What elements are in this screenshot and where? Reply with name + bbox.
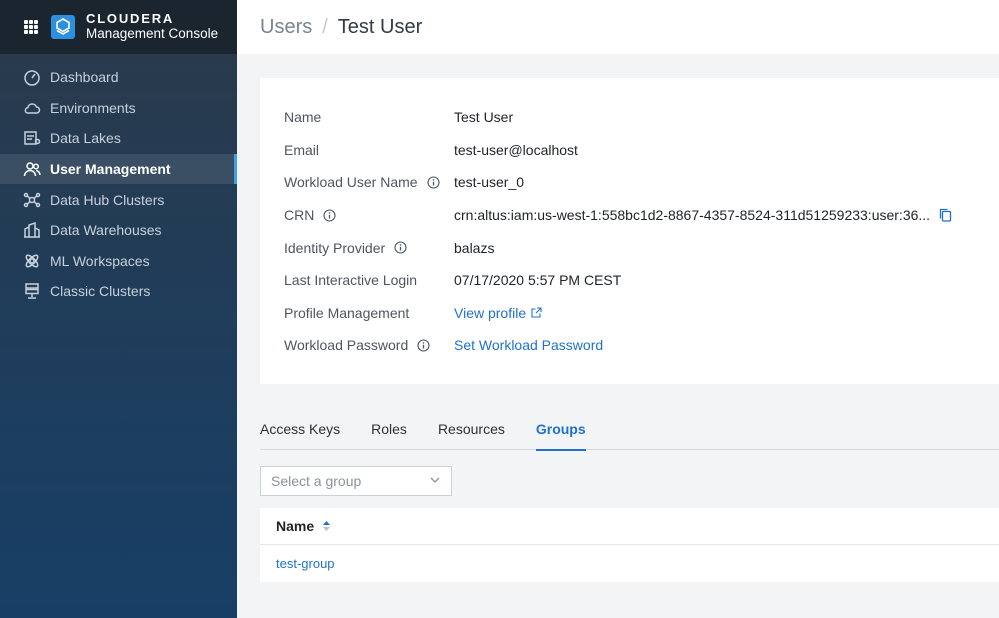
user-tabs: Access Keys Roles Resources Groups <box>260 408 999 451</box>
detail-label: CRN <box>284 207 315 224</box>
sidebar-item-label: Environments <box>50 99 136 116</box>
sidebar-item-data-hub-clusters[interactable]: Data Hub Clusters <box>0 184 237 215</box>
detail-label: Workload Password <box>284 337 409 354</box>
sidebar-item-ml-workspaces[interactable]: ML Workspaces <box>0 246 237 277</box>
page-title: Test User <box>337 15 423 38</box>
view-profile-link[interactable]: View profile <box>454 305 542 321</box>
detail-row-workload-password: Workload Password Set Workload Password <box>260 329 999 362</box>
user-details-card: Name Test User Email test-user@localhost… <box>260 78 999 384</box>
detail-label: Email <box>284 141 320 158</box>
detail-value: test-user_0 <box>454 174 525 191</box>
breadcrumb-users-link[interactable]: Users <box>260 16 312 39</box>
view-profile-label: View profile <box>454 304 527 321</box>
server-icon <box>23 282 41 300</box>
tab-groups[interactable]: Groups <box>535 408 586 451</box>
tab-resources[interactable]: Resources <box>438 408 505 450</box>
data-lakes-icon <box>23 129 41 147</box>
breadcrumb: Users / Test User <box>237 0 999 54</box>
sidebar-item-dashboard[interactable]: Dashboard <box>0 62 237 93</box>
group-link[interactable]: test-group <box>276 556 335 571</box>
detail-label: Last Interactive Login <box>284 272 418 289</box>
tab-access-keys[interactable]: Access Keys <box>260 408 340 450</box>
set-workload-password-link[interactable]: Set Workload Password <box>454 337 603 353</box>
detail-value: Test User <box>454 109 514 126</box>
sidebar-item-label: Classic Clusters <box>50 283 151 300</box>
detail-value: 07/17/2020 5:57 PM CEST <box>454 272 622 289</box>
detail-row-profile-management: Profile Management View profile <box>260 297 999 330</box>
sidebar-item-label: Data Lakes <box>50 130 121 147</box>
detail-value: balazs <box>454 239 495 256</box>
detail-label: Profile Management <box>284 304 410 321</box>
table-row: test-group <box>260 545 999 581</box>
brand-name: CLOUDERA <box>86 10 175 26</box>
info-icon[interactable] <box>323 209 336 222</box>
sidebar-item-environments[interactable]: Environments <box>0 93 237 124</box>
sidebar-item-label: Dashboard <box>50 69 119 86</box>
groups-table: Name test-group <box>260 508 999 582</box>
detail-value: test-user@localhost <box>454 141 578 158</box>
detail-row-name: Name Test User <box>260 101 999 134</box>
sidebar-item-data-lakes[interactable]: Data Lakes <box>0 123 237 154</box>
copy-icon[interactable] <box>939 208 952 222</box>
sidebar-item-label: User Management <box>50 161 171 178</box>
breadcrumb-separator: / <box>322 15 328 38</box>
sidebar: CLOUDERA Management Console Dashboard En… <box>0 0 237 618</box>
column-header-label: Name <box>276 518 315 534</box>
info-icon[interactable] <box>427 176 440 189</box>
users-icon <box>23 160 41 178</box>
info-icon[interactable] <box>394 241 407 254</box>
brand-bar: CLOUDERA Management Console <box>0 0 237 54</box>
sidebar-item-label: Data Hub Clusters <box>50 191 165 208</box>
data-hub-icon <box>23 191 41 209</box>
detail-row-crn: CRN crn:altus:iam:us-west-1:558bc1d2-886… <box>260 199 999 232</box>
sidebar-nav: Dashboard Environments Data Lakes User M… <box>0 62 237 307</box>
external-link-icon <box>531 307 542 318</box>
sidebar-item-user-management[interactable]: User Management <box>0 153 237 185</box>
tab-roles[interactable]: Roles <box>371 408 407 450</box>
detail-label: Workload User Name <box>284 174 418 191</box>
table-header-name[interactable]: Name <box>260 508 999 545</box>
sidebar-item-classic-clusters[interactable]: Classic Clusters <box>0 276 237 307</box>
detail-row-last-login: Last Interactive Login 07/17/2020 5:57 P… <box>260 264 999 297</box>
cloudera-logo-icon <box>51 15 75 39</box>
warehouse-icon <box>23 221 41 239</box>
dashboard-icon <box>23 68 41 87</box>
ml-icon <box>23 252 41 270</box>
cloud-icon <box>23 99 41 117</box>
detail-label: Identity Provider <box>284 239 386 256</box>
sort-icon <box>323 521 331 531</box>
detail-row-workload-user-name: Workload User Name test-user_0 <box>260 166 999 199</box>
app-launcher-icon[interactable] <box>24 20 38 34</box>
detail-value: crn:altus:iam:us-west-1:558bc1d2-8867-43… <box>454 207 931 224</box>
brand-subtitle: Management Console <box>86 26 219 42</box>
sidebar-item-label: Data Warehouses <box>50 222 162 239</box>
detail-row-email: Email test-user@localhost <box>260 134 999 167</box>
group-select-placeholder: Select a group <box>271 473 362 489</box>
detail-row-identity-provider: Identity Provider balazs <box>260 231 999 264</box>
sidebar-item-label: ML Workspaces <box>50 252 150 269</box>
info-icon[interactable] <box>417 339 430 352</box>
sidebar-item-data-warehouses[interactable]: Data Warehouses <box>0 215 237 246</box>
main-content: Users / Test User Name Test User Email t… <box>237 0 999 618</box>
detail-label: Name <box>284 109 322 126</box>
chevron-down-icon <box>429 473 441 489</box>
group-select[interactable]: Select a group <box>260 466 452 496</box>
